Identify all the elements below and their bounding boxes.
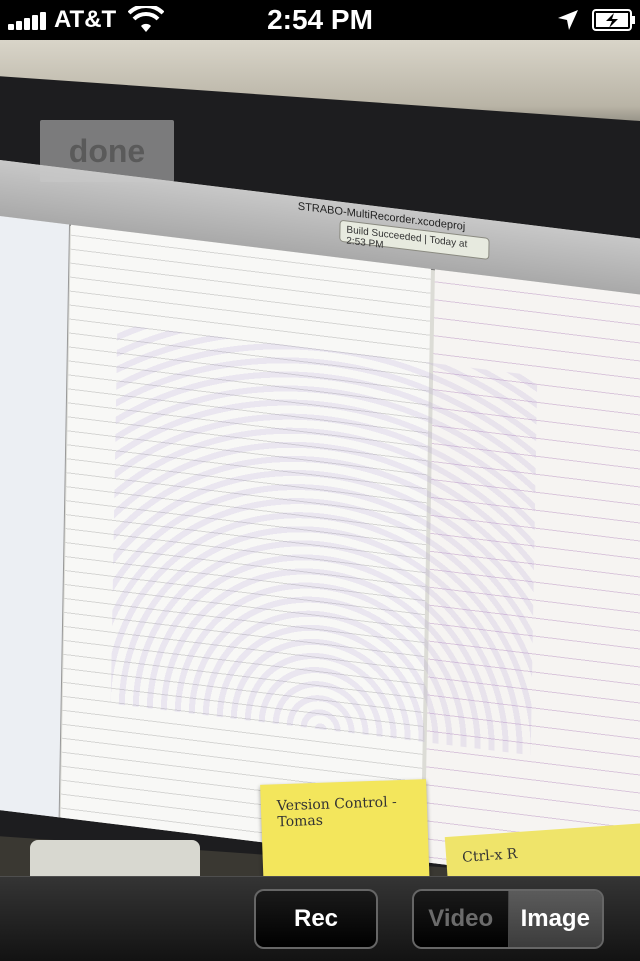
status-bar: AT&T 2:54 PM — [0, 0, 640, 40]
monitor-screen: STRABO-MultiRecorder.xcodeproj Build Suc… — [0, 160, 640, 876]
mode-image-segment[interactable]: Image — [508, 891, 602, 947]
sticky-note: Version Control - Tomas — [260, 779, 430, 876]
rec-button[interactable]: Rec — [254, 889, 378, 949]
camera-viewfinder: STRABO-MultiRecorder.xcodeproj Build Suc… — [0, 40, 640, 876]
xcode-file-navigator — [0, 215, 71, 824]
sticky-note-text: Version Control - Tomas — [276, 794, 398, 831]
xcode-assistant-editor — [424, 269, 640, 876]
cable-adapter — [30, 840, 200, 876]
camera-controls-bar: Rec Video Image — [0, 876, 640, 961]
battery-charging-icon — [592, 9, 635, 31]
done-button[interactable]: done — [40, 120, 174, 182]
mode-video-segment[interactable]: Video — [414, 891, 509, 947]
location-arrow-icon — [558, 10, 578, 30]
capture-mode-segmented-control[interactable]: Video Image — [412, 889, 604, 949]
status-time: 2:54 PM — [267, 4, 373, 35]
xcode-code-editor — [60, 224, 431, 868]
